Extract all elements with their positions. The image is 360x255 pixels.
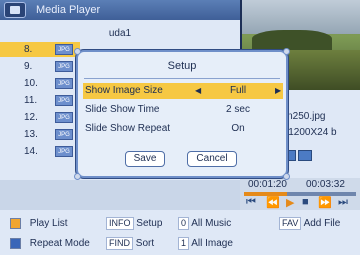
legend-setup-label: Setup bbox=[136, 218, 163, 229]
setting-show-image-size[interactable]: Show Image Size ◀ Full ▶ bbox=[83, 83, 283, 99]
setting-label: Show Image Size bbox=[85, 85, 163, 96]
skip-back-icon[interactable]: ⏮ bbox=[246, 196, 256, 209]
dialog-corner bbox=[74, 48, 81, 55]
folder-icon bbox=[298, 150, 312, 161]
key-legend: Play List Repeat Mode INFO Setup FIND So… bbox=[0, 210, 360, 255]
file-index: 13. bbox=[24, 129, 38, 140]
legend-repeat-mode-label: Repeat Mode bbox=[29, 238, 90, 249]
arrow-right-icon[interactable]: ▶ bbox=[275, 83, 281, 99]
total-time: 00:03:32 bbox=[306, 179, 345, 190]
list-item[interactable]: 14. JPG bbox=[0, 144, 80, 159]
file-index: 12. bbox=[24, 112, 38, 123]
jpg-icon: JPG bbox=[55, 95, 73, 106]
stop-icon[interactable]: ■ bbox=[302, 196, 309, 208]
legend-add-file: FAV Add File bbox=[279, 217, 340, 231]
setting-value: Full bbox=[229, 85, 247, 96]
file-index: 14. bbox=[24, 146, 38, 157]
legend-info-setup: INFO Setup bbox=[106, 217, 162, 231]
key-1: 1 bbox=[178, 237, 190, 250]
legend-all-music-label: All Music bbox=[191, 218, 232, 229]
setting-slide-show-repeat[interactable]: Slide Show Repeat On bbox=[83, 121, 283, 137]
cancel-button[interactable]: Cancel bbox=[187, 151, 237, 167]
jpg-icon: JPG bbox=[55, 61, 73, 72]
key-0: 0 bbox=[178, 217, 190, 230]
legend-find-sort: FIND Sort bbox=[106, 237, 154, 251]
fav-key: FAV bbox=[279, 217, 302, 230]
find-key: FIND bbox=[106, 237, 133, 250]
folder-name: uda1 bbox=[108, 28, 132, 39]
arrow-left-icon[interactable]: ◀ bbox=[195, 83, 201, 99]
list-item[interactable]: 8. JPG bbox=[0, 42, 80, 57]
jpg-icon: JPG bbox=[55, 44, 73, 55]
current-time: 00:01:20 bbox=[248, 179, 287, 190]
legend-add-file-label: Add File bbox=[303, 218, 341, 229]
dialog-divider bbox=[84, 78, 280, 79]
info-key: INFO bbox=[106, 217, 134, 230]
legend-all-music: 0 All Music bbox=[178, 217, 231, 231]
jpg-icon: JPG bbox=[55, 129, 73, 140]
file-index: 10. bbox=[24, 78, 38, 89]
play-icon[interactable]: ▶ bbox=[286, 196, 294, 209]
setting-slide-show-time[interactable]: Slide Show Time 2 sec bbox=[83, 102, 283, 118]
list-item[interactable]: 12. JPG bbox=[0, 110, 80, 125]
setting-value: On bbox=[231, 123, 245, 134]
dialog-corner bbox=[283, 48, 290, 55]
legend-all-image-label: All Image bbox=[191, 238, 233, 249]
fast-forward-icon[interactable]: ⏩ bbox=[318, 196, 332, 209]
file-index: 8. bbox=[24, 44, 33, 55]
title-bar: Media Player bbox=[0, 0, 240, 20]
playback-bar: 00:01:20 00:03:32 ⏮ ⏪ ▶ ■ ⏩ ⏭ bbox=[240, 178, 360, 210]
file-index: 9. bbox=[24, 61, 33, 72]
setting-label: Slide Show Time bbox=[85, 104, 160, 115]
legend-all-image: 1 All Image bbox=[178, 237, 233, 251]
legend-play-list: Play List bbox=[10, 217, 68, 231]
jpg-icon: JPG bbox=[55, 78, 73, 89]
setup-dialog: Setup Show Image Size ◀ Full ▶ Slide Sho… bbox=[74, 48, 290, 180]
skip-forward-icon[interactable]: ⏭ bbox=[338, 196, 348, 209]
transport-controls: ⏮ ⏪ ▶ ■ ⏩ ⏭ bbox=[244, 196, 358, 210]
list-item[interactable]: 13. JPG bbox=[0, 127, 80, 142]
dialog-corner bbox=[74, 173, 81, 180]
blue-key-icon bbox=[10, 237, 21, 249]
list-item[interactable]: 9. JPG bbox=[0, 59, 80, 74]
yellow-key-icon bbox=[10, 217, 21, 229]
legend-play-list-label: Play List bbox=[29, 218, 68, 229]
media-player-screen: Media Player uda1 8. JPG 9. JPG 10. JPG … bbox=[0, 0, 360, 255]
preview-sky bbox=[242, 0, 360, 34]
setting-value: 2 sec bbox=[226, 104, 250, 115]
rewind-icon[interactable]: ⏪ bbox=[266, 196, 280, 209]
list-item[interactable]: 11. JPG bbox=[0, 93, 80, 108]
legend-sort-label: Sort bbox=[135, 238, 155, 249]
dialog-corner bbox=[283, 173, 290, 180]
jpg-icon: JPG bbox=[55, 146, 73, 157]
jpg-icon: JPG bbox=[55, 112, 73, 123]
list-item[interactable]: 10. JPG bbox=[0, 76, 80, 91]
folder-icons bbox=[282, 150, 342, 162]
preview-trees bbox=[252, 30, 332, 52]
save-button[interactable]: Save bbox=[125, 151, 165, 167]
legend-repeat-mode: Repeat Mode bbox=[10, 237, 90, 251]
setting-label: Slide Show Repeat bbox=[85, 123, 171, 134]
media-player-icon bbox=[4, 2, 26, 18]
app-title: Media Player bbox=[36, 4, 101, 16]
file-index: 11. bbox=[24, 95, 38, 106]
dialog-title: Setup bbox=[167, 60, 197, 72]
